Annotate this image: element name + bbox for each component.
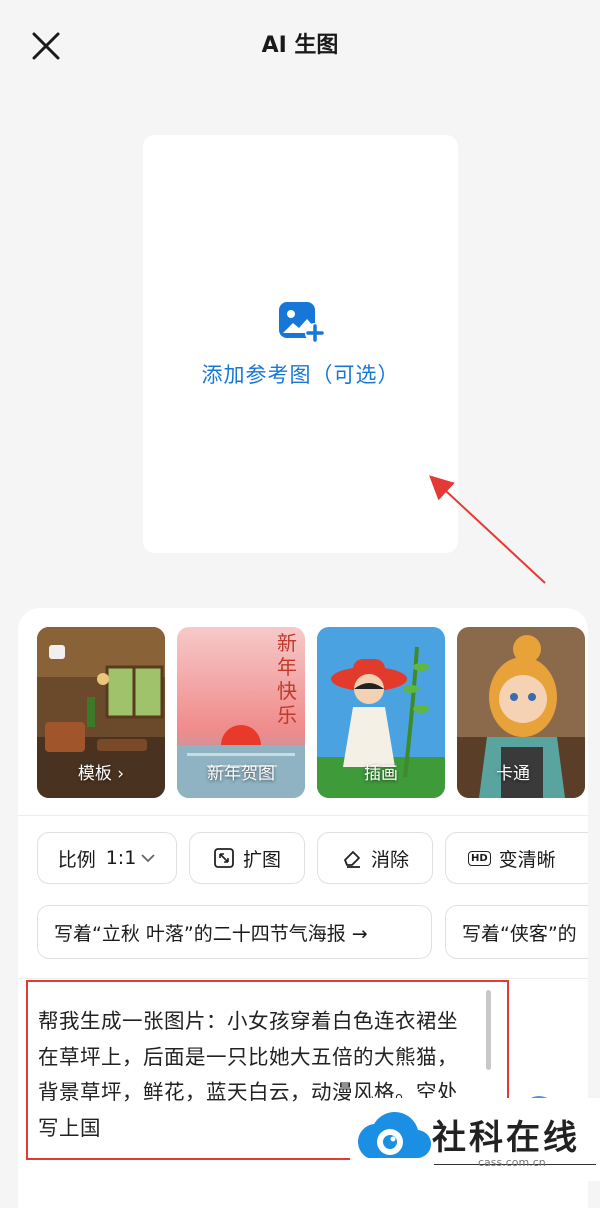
watermark-text: 社科在线 (432, 1118, 580, 1158)
ratio-select[interactable]: 比例 1:1 (37, 832, 177, 884)
template-label: 卡通 (496, 764, 530, 784)
eraser-icon (344, 851, 360, 868)
template-card-new-year[interactable]: 新年快乐 新年贺图 (177, 627, 305, 798)
ratio-label: 比例 (57, 848, 96, 871)
suggestion-text: 写着“立秋 叶落”的二十四节气海报 → (54, 922, 368, 945)
suggestion-chip[interactable]: 写着“侠客”的 (445, 905, 588, 959)
enhance-button[interactable]: HD 变清晰 (445, 832, 588, 884)
suggestion-text: 写着“侠客”的 (462, 922, 577, 945)
annotation-arrow-upload (429, 475, 546, 584)
chevron-down-icon (141, 854, 155, 863)
expand-label: 扩图 (242, 848, 281, 871)
template-label: 模板 › (77, 764, 125, 784)
hd-icon: HD (468, 850, 491, 866)
watermark-logo-icon (358, 1112, 432, 1159)
template-card-cartoon[interactable]: 卡通 (457, 627, 585, 798)
erase-label: 消除 (370, 848, 409, 871)
divider (18, 978, 588, 979)
enhance-label: 变清晰 (498, 848, 556, 871)
template-card-templates[interactable]: 模板 › (37, 627, 165, 798)
prompt-scrollbar[interactable] (486, 990, 491, 1070)
template-card-illustration[interactable]: 插画 (317, 627, 445, 798)
divider (18, 815, 588, 816)
ratio-value: 1:1 (105, 847, 137, 869)
watermark: 社科在线 cass.com.cn (350, 1098, 600, 1181)
template-label: 插画 (364, 764, 398, 784)
expand-image-button[interactable]: 扩图 (189, 832, 305, 884)
erase-button[interactable]: 消除 (317, 832, 433, 884)
template-label: 新年贺图 (207, 764, 275, 784)
watermark-url: cass.com.cn (478, 1156, 546, 1169)
expand-icon (214, 848, 234, 868)
new-year-overlay-text: 新年快乐 (277, 631, 297, 727)
suggestion-chip[interactable]: 写着“立秋 叶落”的二十四节气海报 → (37, 905, 432, 959)
